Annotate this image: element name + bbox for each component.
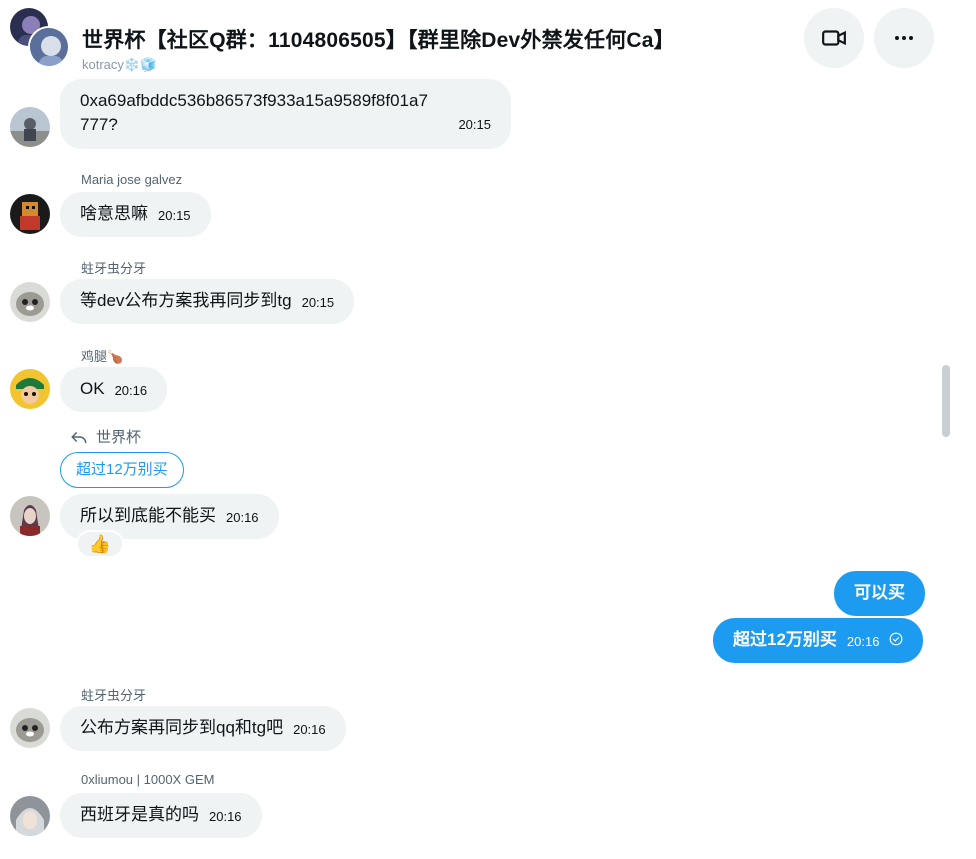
message-bubble[interactable]: 公布方案再同步到qq和tg吧 20:16 <box>60 706 346 751</box>
message-time: 20:16 <box>114 383 148 398</box>
quoted-message[interactable]: 超过12万别买 <box>60 452 184 488</box>
message-time: 20:16 <box>226 510 259 525</box>
video-camera-icon <box>822 30 846 46</box>
message-time: 20:15 <box>458 117 491 132</box>
message-bubble[interactable]: 啥意思嘛 20:15 <box>60 192 211 237</box>
sender-name: Maria jose galvez <box>81 172 183 187</box>
message-time: 20:16 <box>209 809 242 824</box>
message-time: 20:16 <box>293 722 326 737</box>
sent-check-icon <box>889 632 903 646</box>
message-text: 0xa69afbddc536b86573f933a15a9589f8f01a7 <box>80 91 428 110</box>
message-bubble[interactable]: OK 20:16 <box>60 367 168 412</box>
sender-name: 蛀牙虫分牙 <box>81 688 147 703</box>
avatar[interactable] <box>10 194 50 234</box>
message-text: 西班牙是真的吗 <box>80 805 199 824</box>
conversation-title: 世界杯【社区Q群：1104806505】【群里除Dev外禁发任何Ca】 <box>82 29 675 52</box>
message-bubble[interactable]: 等dev公布方案我再同步到tg 20:15 <box>60 279 355 324</box>
message-bubble[interactable]: 西班牙是真的吗 20:16 <box>60 793 262 838</box>
avatar[interactable] <box>10 496 50 536</box>
group-avatar-front[interactable] <box>28 26 70 68</box>
message-time: 20:16 <box>846 634 880 649</box>
avatar[interactable] <box>10 107 50 147</box>
message-text: 超过12万别买 <box>733 630 837 649</box>
message-time: 20:15 <box>301 295 335 310</box>
reply-indicator: 世界杯 <box>70 426 141 447</box>
message-text: 公布方案再同步到qq和tg吧 <box>80 718 284 737</box>
message-text: OK <box>80 379 105 398</box>
sender-name: 0xliumou | 1000X GEM <box>81 772 215 787</box>
avatar[interactable] <box>10 796 50 836</box>
reaction-thumbs-up[interactable]: 👍 <box>76 530 124 558</box>
message-text: 等dev公布方案我再同步到tg <box>80 291 292 310</box>
message-text: 777? <box>80 115 118 134</box>
message-bubble-sent[interactable]: 超过12万别买 20:16 <box>713 618 924 663</box>
reply-target-name: 世界杯 <box>96 429 142 446</box>
avatar[interactable] <box>10 282 50 322</box>
message-time: 20:15 <box>158 208 191 223</box>
message-bubble[interactable]: 0xa69afbddc536b86573f933a15a9589f8f01a7 … <box>60 79 511 149</box>
more-options-button[interactable] <box>874 8 934 68</box>
sender-name: kotracy❄️🧊 <box>82 57 157 72</box>
reply-arrow-icon <box>71 431 87 443</box>
message-text: 啥意思嘛 <box>80 204 148 223</box>
avatar[interactable] <box>10 708 50 748</box>
more-horizontal-icon <box>895 36 913 40</box>
message-text: 可以买 <box>854 583 905 602</box>
video-call-button[interactable] <box>804 8 864 68</box>
avatar[interactable] <box>10 369 50 409</box>
message-bubble-sent[interactable]: 可以买 <box>834 571 925 616</box>
sender-name: 蛀牙虫分牙 <box>81 261 147 276</box>
sender-name: 鸡腿🍗 <box>81 349 124 364</box>
scrollbar-thumb[interactable] <box>942 365 950 437</box>
message-text: 所以到底能不能买 <box>80 506 216 525</box>
